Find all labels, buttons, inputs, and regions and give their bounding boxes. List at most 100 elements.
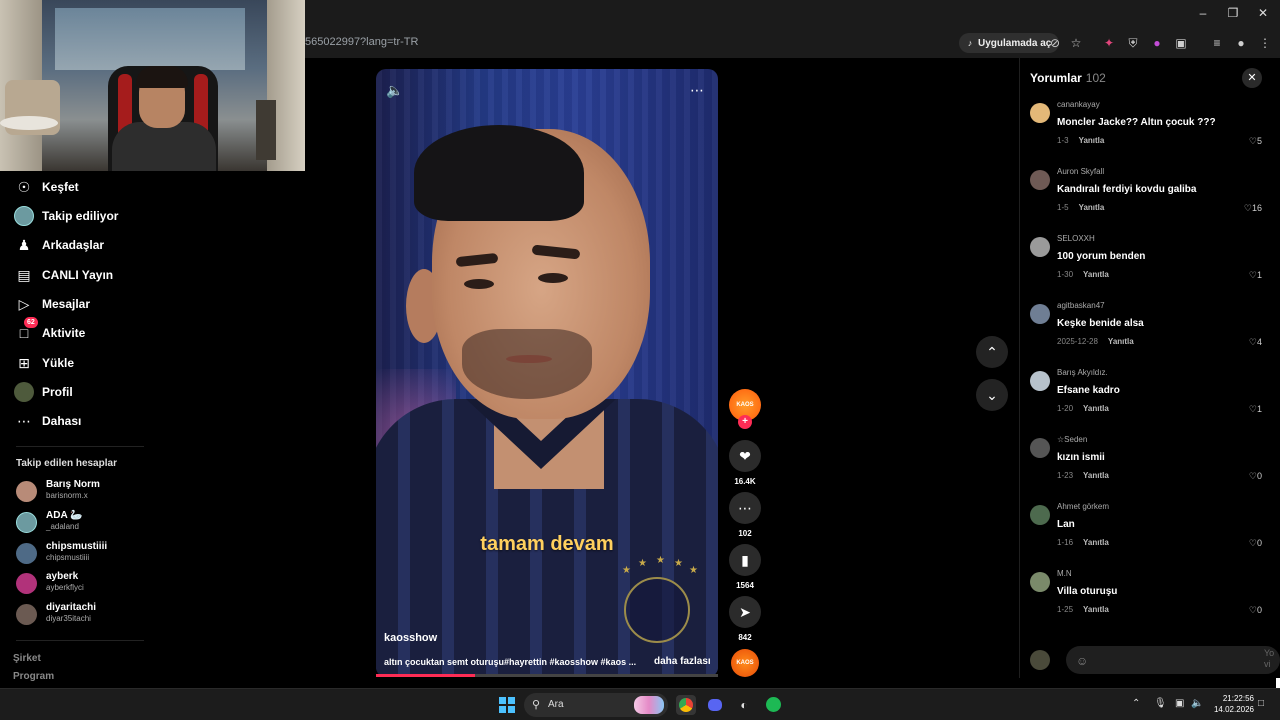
nav-label: CANLI Yayın	[42, 268, 114, 282]
chevron-up-icon[interactable]: ⌃	[1132, 698, 1140, 709]
comment-like-button[interactable]: ♡1	[1249, 270, 1262, 281]
music-disc[interactable]: KAOS	[731, 649, 759, 677]
open-in-app-button[interactable]: ♪ Uygulamada aç	[959, 33, 1060, 53]
following-section-title: Takip edilen hesaplar	[16, 458, 117, 469]
footer-link-company[interactable]: Şirket	[13, 653, 41, 664]
avatar[interactable]	[1030, 505, 1050, 525]
more-horizontal-icon[interactable]: ⋯	[688, 81, 706, 99]
comment-like-button[interactable]: ♡0	[1249, 471, 1262, 482]
comment-item: Ahmet görkem Lan 1-16 Yanıtla ♡0	[1030, 502, 1272, 562]
avatar[interactable]	[1030, 237, 1050, 257]
heart-outline-icon: ♡	[1248, 337, 1257, 347]
reply-button[interactable]: Yanıtla	[1083, 270, 1109, 279]
comment-like-button[interactable]: ♡0	[1249, 538, 1262, 549]
taskbar-search[interactable]: ⚲ Ara	[524, 693, 668, 717]
comment-like-button[interactable]: ♡16	[1244, 203, 1262, 214]
menu-kebab-icon[interactable]: ⋮	[1257, 35, 1273, 51]
previous-video-button[interactable]: ⌃	[976, 336, 1008, 368]
nav-label: Mesajlar	[42, 297, 91, 311]
eye-off-icon[interactable]: ⊘	[1047, 35, 1063, 51]
system-clock[interactable]: 21:22:56 14.02.2026	[1208, 693, 1254, 715]
nav-item-live[interactable]: ▤ CANLI Yayın	[14, 264, 113, 286]
nav-item-activity[interactable]: □ 62 Aktivite	[14, 317, 85, 344]
comment-like-button[interactable]: ♡4	[1249, 337, 1262, 348]
nav-item-more[interactable]: ⋯ Dahası	[14, 410, 81, 432]
close-icon: ✕	[1247, 72, 1257, 84]
comment-username[interactable]: agitbaskan47	[1057, 301, 1105, 310]
volume-icon[interactable]: 🔈	[386, 81, 404, 99]
nav-item-messages[interactable]: ▷ Mesajlar	[14, 293, 90, 315]
comments-panel: Yorumlar 102 ✕ canankayay Moncler Jacke??…	[1019, 58, 1280, 678]
save-button[interactable]: ▮	[729, 544, 761, 576]
comment-username[interactable]: canankayay	[1057, 100, 1100, 109]
speaker-icon[interactable]: 🔈	[1191, 698, 1203, 709]
comment-username[interactable]: ☆Seden	[1057, 435, 1087, 444]
reply-button[interactable]: Yanıtla	[1108, 337, 1134, 346]
comment-username[interactable]: Barış Akyıldız.	[1057, 368, 1108, 377]
reply-button[interactable]: Yanıtla	[1083, 538, 1109, 547]
follow-plus-icon[interactable]: +	[738, 415, 752, 429]
spotify-icon[interactable]	[763, 695, 783, 715]
extension-icon[interactable]: ●	[1149, 35, 1165, 51]
scrollbar[interactable]	[1276, 678, 1280, 688]
like-button[interactable]: ❤	[729, 440, 761, 472]
video-player[interactable]: ★ ★ ★ ★ ★ tamam devam 🔈 ⋯ kaosshow altın…	[376, 69, 718, 677]
more-icon: ⋯	[17, 412, 31, 429]
account-handle: _adaland	[46, 522, 79, 531]
windows-start-icon[interactable]	[499, 697, 515, 713]
comment-button[interactable]: ⋯	[729, 492, 761, 524]
close-icon[interactable]: ✕	[1250, 4, 1276, 22]
avatar[interactable]	[1030, 572, 1050, 592]
comment-input[interactable]	[1066, 646, 1280, 674]
avatar	[16, 512, 37, 533]
restore-icon[interactable]: ❐	[1220, 4, 1246, 22]
bookmark-star-icon[interactable]: ☆	[1068, 35, 1084, 51]
share-button[interactable]: ➤	[729, 596, 761, 628]
network-icon[interactable]: ▣	[1175, 698, 1184, 709]
comment-date: 1-30	[1057, 270, 1074, 279]
chrome-icon[interactable]	[676, 695, 696, 715]
avatar[interactable]	[1030, 371, 1050, 391]
discord-icon[interactable]	[705, 695, 725, 715]
avatar[interactable]	[1030, 438, 1050, 458]
profile-avatar[interactable]: ●	[1233, 35, 1249, 51]
close-comments-button[interactable]: ✕	[1242, 68, 1262, 88]
emoji-icon[interactable]: ☺	[1076, 654, 1088, 668]
minimize-icon[interactable]: –	[1190, 4, 1216, 22]
see-more-link[interactable]: daha fazlası	[654, 656, 711, 667]
comment-username[interactable]: Auron Skyfall	[1057, 167, 1104, 176]
puzzle-icon[interactable]: ▣	[1173, 35, 1189, 51]
nav-item-profile[interactable]: Profil	[14, 381, 73, 403]
notification-icon[interactable]: □	[1258, 698, 1264, 709]
avatar[interactable]	[1030, 304, 1050, 324]
nav-item-friends[interactable]: ♟ Arkadaşlar	[14, 234, 104, 256]
nav-item-explore[interactable]: ☉ Keşfet	[14, 176, 79, 198]
divider	[16, 640, 144, 641]
reply-button[interactable]: Yanıtla	[1083, 605, 1109, 614]
shield-icon[interactable]: ⛨	[1125, 35, 1141, 51]
next-video-button[interactable]: ⌄	[976, 379, 1008, 411]
reply-button[interactable]: Yanıtla	[1083, 404, 1109, 413]
comment-like-button[interactable]: ♡1	[1249, 404, 1262, 415]
comment-username[interactable]: M.N	[1057, 569, 1072, 578]
comment-like-button[interactable]: ♡5	[1249, 136, 1262, 147]
video-progress-bar[interactable]	[376, 674, 718, 677]
nav-item-upload[interactable]: ⊞ Yükle	[14, 352, 74, 374]
reply-button[interactable]: Yanıtla	[1079, 203, 1105, 212]
obs-icon[interactable]: ◐	[734, 695, 754, 715]
video-author[interactable]: kaosshow	[384, 632, 437, 644]
reply-button[interactable]: Yanıtla	[1083, 471, 1109, 480]
comment-username[interactable]: Ahmet görkem	[1057, 502, 1109, 511]
avatar[interactable]	[1030, 170, 1050, 190]
footer-link-program[interactable]: Program	[13, 671, 54, 682]
comment-like-button[interactable]: ♡0	[1249, 605, 1262, 616]
reply-button[interactable]: Yanıtla	[1079, 136, 1105, 145]
comment-item: Auron Skyfall Kandıralı ferdiyi kovdu ga…	[1030, 167, 1272, 227]
comment-username[interactable]: SELOXXH	[1057, 234, 1095, 243]
url-text[interactable]: 565022997?lang=tr-TR	[305, 36, 418, 48]
extension-icon[interactable]: ✦	[1101, 35, 1117, 51]
avatar[interactable]	[1030, 103, 1050, 123]
microphone-icon[interactable]: 🎙	[1154, 698, 1167, 709]
media-control-icon[interactable]: ≡	[1209, 35, 1225, 51]
nav-item-following[interactable]: Takip ediliyor	[14, 205, 118, 227]
